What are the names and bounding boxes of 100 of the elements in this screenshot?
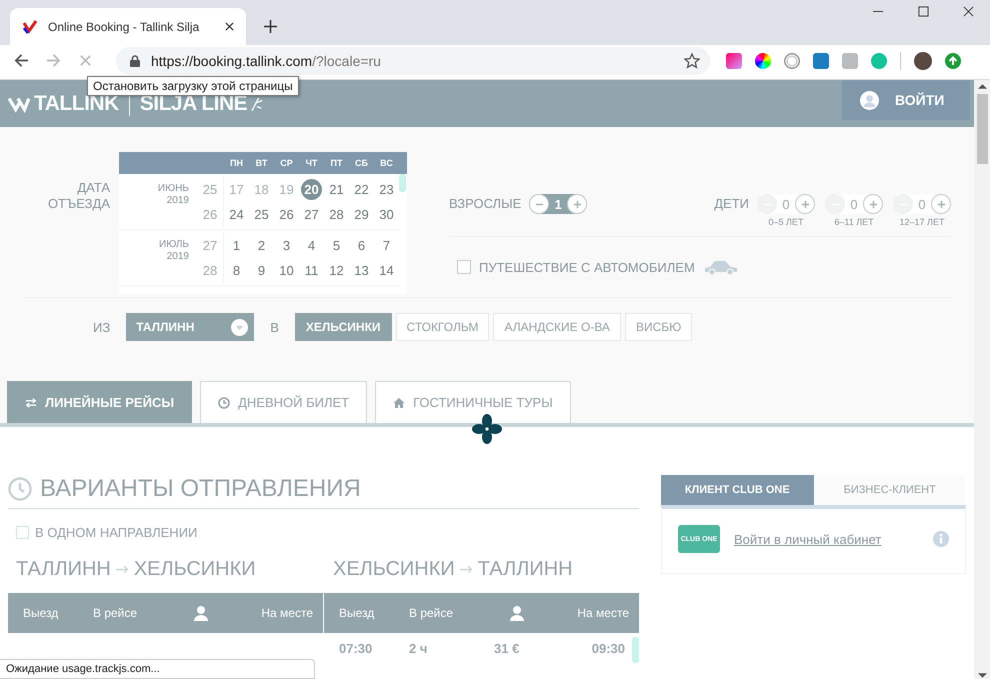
- calendar-day[interactable]: 3: [274, 235, 299, 256]
- checkbox[interactable]: [16, 526, 29, 539]
- home-icon: [393, 396, 406, 408]
- avatar-icon[interactable]: [914, 52, 932, 70]
- calendar-day[interactable]: 24: [224, 204, 249, 225]
- calendar-day[interactable]: 28: [324, 204, 349, 225]
- destination-button[interactable]: АЛАНДСКИЕ О-ВА: [493, 313, 621, 341]
- origin-select[interactable]: ТАЛЛИНН: [126, 313, 254, 341]
- new-tab-icon[interactable]: [264, 20, 277, 33]
- calendar-day[interactable]: 13: [349, 260, 374, 281]
- calendar-day[interactable]: 14: [374, 260, 399, 281]
- arrow-icon: [460, 564, 473, 574]
- calendar-day[interactable]: 7: [374, 235, 399, 256]
- calendar-day[interactable]: 29: [349, 204, 374, 225]
- tab[interactable]: БИЗНЕС-КЛИЕНТ: [814, 475, 966, 505]
- gradient-square-icon[interactable]: [726, 52, 742, 68]
- scroll-thumb[interactable]: [976, 94, 988, 164]
- plus-button[interactable]: [795, 194, 815, 214]
- calendar-day[interactable]: 27: [299, 204, 324, 225]
- plus-icon: [800, 200, 810, 208]
- close-icon[interactable]: [225, 22, 234, 31]
- route-city: ТАЛЛИНН: [16, 558, 111, 580]
- calendar-day[interactable]: 11: [299, 260, 324, 281]
- tab[interactable]: КЛИЕНТ CLUB ONE: [661, 475, 814, 505]
- plus-icon: [572, 200, 582, 208]
- calendar-day[interactable]: 2: [249, 235, 274, 256]
- week-number: 27: [197, 233, 224, 258]
- checkbox[interactable]: [457, 260, 471, 274]
- age-label: 6–11 ЛЕТ: [834, 217, 874, 227]
- weekday-label: СБ: [354, 158, 369, 168]
- calendar-day[interactable]: 12: [324, 260, 349, 281]
- plus-button[interactable]: [931, 194, 951, 214]
- swap-arrows-icon: [25, 396, 37, 408]
- field-label: ДАТА ОТЪЕЗДА: [46, 179, 110, 212]
- ring-icon[interactable]: [784, 52, 800, 68]
- destination-button[interactable]: СТОКГОЛЬМ: [396, 313, 490, 341]
- selected-day[interactable]: 20: [301, 179, 322, 200]
- week-number: 25: [197, 177, 224, 202]
- column-header: В рейсе: [409, 606, 454, 620]
- route-city: ТАЛЛИНН: [478, 558, 573, 580]
- logo-mark-icon: [8, 94, 30, 112]
- age-label: 12–17 ЛЕТ: [900, 217, 944, 227]
- calendar-day[interactable]: 23: [374, 179, 399, 200]
- address-field[interactable]: https://booking.tallink.com/?locale=ru: [116, 46, 710, 74]
- calendar-day[interactable]: 22: [349, 179, 374, 200]
- maximize-icon[interactable]: [918, 6, 929, 17]
- minus-button[interactable]: [529, 194, 550, 214]
- scroll-down-icon[interactable]: [978, 673, 986, 679]
- login-button[interactable]: ВОЙТИ: [842, 80, 970, 120]
- tab[interactable]: ДНЕВНОЙ БИЛЕТ: [200, 381, 368, 423]
- stop-icon[interactable]: [78, 53, 93, 68]
- tab[interactable]: ГОСТИНИЧНЫЕ ТУРЫ: [375, 381, 571, 423]
- plus-icon: [936, 200, 946, 208]
- weekday-label: ВС: [379, 158, 394, 168]
- section-title: ВАРИАНТЫ ОТПРАВЛЕНИЯ: [40, 475, 361, 503]
- weekday-label: ПН: [229, 158, 244, 168]
- calendar-day[interactable]: 21: [324, 179, 349, 200]
- table-cell: 09:30: [592, 640, 625, 656]
- person-icon: [193, 605, 209, 621]
- star-icon[interactable]: [684, 52, 700, 68]
- calendar-day[interactable]: 9: [249, 260, 274, 281]
- car-icon: [702, 259, 739, 275]
- clock-icon: [8, 477, 32, 501]
- back-icon[interactable]: [14, 53, 29, 68]
- age-label: 0–5 ЛЕТ: [768, 217, 804, 227]
- calendar-day[interactable]: 1: [224, 235, 249, 256]
- tab[interactable]: ЛИНЕЙНЫЕ РЕЙСЫ: [7, 381, 192, 423]
- scroll-thumb[interactable]: [399, 174, 406, 192]
- plus-button[interactable]: [567, 194, 588, 214]
- calendar-day[interactable]: 8: [224, 260, 249, 281]
- flag-logo-icon: [22, 18, 38, 34]
- weekday-label: ЧТ: [304, 158, 318, 168]
- weekday-label: ПТ: [330, 158, 344, 168]
- calendar-day[interactable]: 30: [374, 204, 399, 225]
- calendar-day[interactable]: 6: [349, 235, 374, 256]
- field-label: ВЗРОСЛЫЕ: [449, 195, 522, 213]
- status-bubble: Ожидание usage.trackjs.com...: [0, 659, 315, 679]
- calendar-day[interactable]: 25: [249, 204, 274, 225]
- plus-button[interactable]: [863, 194, 883, 214]
- forward-icon[interactable]: [46, 53, 61, 68]
- weekday-label: ВТ: [254, 158, 268, 168]
- close-icon[interactable]: [963, 6, 974, 17]
- login-link[interactable]: Войти в личный кабинет: [734, 532, 882, 546]
- month-label: ИЮНЬ 2019: [156, 182, 190, 208]
- counter-value: 0: [917, 196, 927, 212]
- browser-tab[interactable]: Online Booking - Tallink Silja: [10, 8, 246, 45]
- calendar-day[interactable]: 26: [274, 204, 299, 225]
- user-icon: [860, 90, 879, 110]
- info-icon[interactable]: [933, 531, 949, 547]
- column-header: Выезд: [22, 606, 60, 620]
- destination-button[interactable]: ВИСБЮ: [624, 313, 692, 341]
- route-city: ХЕЛЬСИНКИ: [134, 558, 256, 580]
- destination-button[interactable]: ХЕЛЬСИНКИ: [294, 313, 392, 341]
- calendar-day[interactable]: 10: [274, 260, 299, 281]
- calendar-day[interactable]: 5: [324, 235, 349, 256]
- color-wheel-icon[interactable]: [755, 52, 771, 68]
- calendar-day[interactable]: 4: [299, 235, 324, 256]
- clock-icon: [218, 396, 230, 408]
- tab-title: Online Booking - Tallink Silja: [48, 20, 200, 34]
- scroll-up-icon[interactable]: [978, 83, 986, 89]
